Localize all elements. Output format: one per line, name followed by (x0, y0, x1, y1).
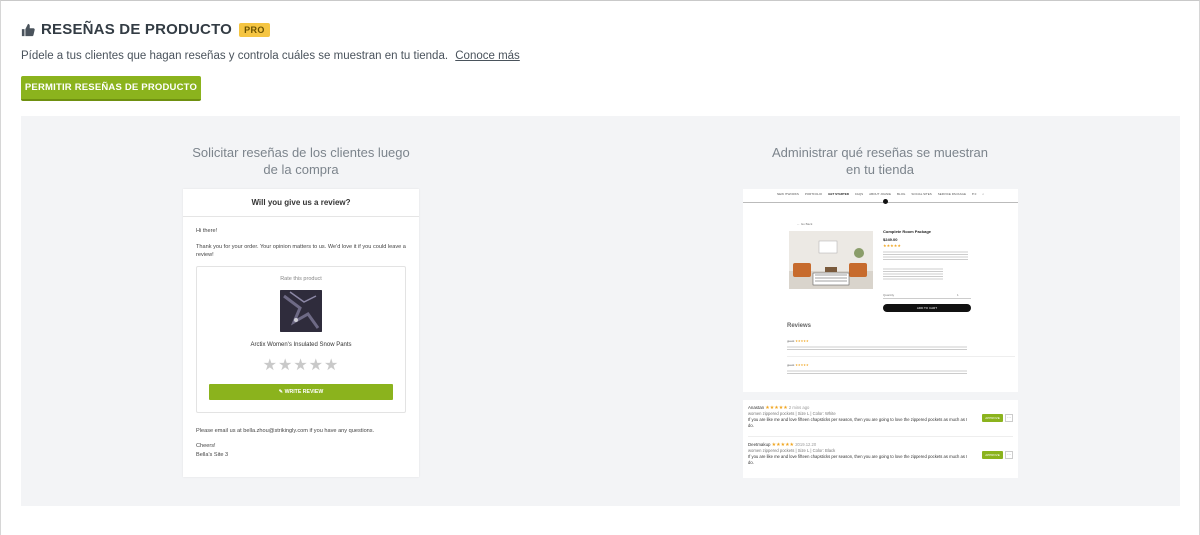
email-footer: Please email us at bella.zhou@strikingly… (183, 427, 419, 460)
store-review-name: guest ★★★★★ (787, 363, 809, 367)
email-heading: Will you give us a review? (183, 189, 419, 217)
store-nav-divider (743, 202, 1018, 203)
right-title-line1: Administrar qué reseñas se muestran (771, 145, 989, 160)
left-title-line2: de la compra (263, 162, 339, 177)
email-footer-line: Please email us at bella.zhou@strikingly… (196, 427, 375, 434)
store-review-item: guest ★★★★★ (787, 339, 1015, 357)
room-product-image (789, 231, 873, 289)
learn-more-link[interactable]: Conoce más (455, 50, 520, 62)
thumbs-up-icon (21, 23, 35, 36)
write-review-button[interactable]: ✎ WRITE REVIEW (209, 383, 393, 400)
store-product-page-preview: NEW ITWORKS PORTFOLIO GET STARTED FAQS A… (743, 189, 1018, 392)
right-column-title: Administrar qué reseñas se muestran en t… (740, 144, 1020, 178)
review-row: Deetmakup ★★★★★ 2019.12.20 women zippere… (748, 442, 1013, 466)
right-title-line2: en tu tienda (846, 162, 914, 177)
left-title-line1: Solicitar reseñas de los clientes luego (192, 145, 410, 160)
rate-label: Rate this product (280, 275, 322, 282)
review-divider (748, 436, 1013, 437)
email-message: Thank you for your order. Your opinion m… (196, 243, 406, 259)
rate-product-box: Rate this product Arctix Women's Insulat… (196, 265, 406, 413)
email-greeting: Hi there! (196, 228, 218, 234)
store-nav-item: SERVICE PACKAGE (937, 191, 967, 196)
store-product-description (883, 250, 968, 260)
section-header: RESEÑAS DE PRODUCTO PRO (21, 21, 270, 38)
store-nav-item: FAQS (855, 191, 864, 196)
store-logo-dot (883, 199, 888, 204)
description: Pídele a tus clientes que hagan reseñas … (21, 50, 520, 62)
more-options-button[interactable]: ··· (1005, 414, 1013, 422)
left-column-title: Solicitar reseñas de los clientes luego … (181, 144, 421, 178)
page-title: RESEÑAS DE PRODUCTO (41, 21, 233, 38)
review-text: If you are like me and love fifteen chap… (748, 417, 968, 428)
more-options-button[interactable]: ··· (1005, 451, 1013, 459)
store-review-item: guest ★★★★★ (787, 363, 1015, 381)
approve-button[interactable]: APPROVE (982, 451, 1003, 459)
quantity-value[interactable]: 1 (957, 293, 959, 297)
email-body: Hi there! Thank you for your order. Your… (183, 217, 419, 423)
add-to-cart-button[interactable]: ADD TO CART (883, 304, 971, 312)
store-review-text (787, 369, 967, 374)
product-name: Arctix Women's Insulated Snow Pants (250, 342, 352, 348)
store-nav-item: ♥ 0 (972, 191, 977, 196)
store-review-name: guest ★★★★★ (787, 339, 809, 343)
product-image (280, 290, 322, 332)
product-image-graphic (280, 290, 322, 332)
store-reviews-heading: Reviews (787, 323, 812, 329)
store-nav: NEW ITWORKS PORTFOLIO GET STARTED FAQS A… (743, 189, 1018, 198)
store-nav-item: SOCIAL SITES (911, 191, 932, 196)
store-nav-item: ABOUT JOANIE (869, 191, 892, 196)
store-nav-item: ⌕ (982, 191, 984, 196)
review-request-email-preview: Will you give us a review? Hi there! Tha… (183, 189, 419, 477)
store-nav-item: BLOG (897, 191, 906, 196)
rating-stars[interactable]: ★★★★★ (197, 357, 405, 374)
review-date: 2019.12.20 (795, 442, 817, 447)
store-nav-item: NEW ITWORKS (776, 191, 799, 196)
approve-button[interactable]: APPROVE (982, 414, 1003, 422)
review-moderation-list: Anastan ★★★★★ 2 mins ago women zippered … (743, 400, 1018, 478)
store-review-text (787, 345, 967, 350)
reviewer-name: Anastan (748, 405, 765, 410)
preview-panel: Solicitar reseñas de los clientes luego … (21, 116, 1180, 506)
store-nav-item: PORTFOLIO (804, 191, 823, 196)
review-text: If you are like me and love fifteen chap… (748, 454, 968, 465)
quantity-label: Quantity (883, 293, 895, 297)
store-nav-item: GET STARTED (828, 191, 850, 196)
reviewer-name: Deetmakup (748, 442, 771, 447)
review-row: Anastan ★★★★★ 2 mins ago women zippered … (748, 405, 1013, 429)
store-product-title: Complete Room Package (883, 229, 932, 234)
description-text: Pídele a tus clientes que hagan reseñas … (21, 50, 449, 62)
write-review-label: WRITE REVIEW (284, 388, 324, 395)
email-signature: Bella's Site 3 (196, 451, 229, 458)
pro-badge: PRO (239, 22, 270, 37)
quantity-divider (883, 298, 971, 299)
store-product-price: $249.00 (883, 237, 898, 242)
store-back-link: ← Go Back (797, 222, 813, 226)
store-product-features (883, 267, 943, 281)
store-product-stars: ★★★★★ (883, 243, 901, 248)
email-signoff: Cheers! (196, 443, 216, 449)
enable-product-reviews-button[interactable]: PERMITIR RESEÑAS DE PRODUCTO (21, 76, 201, 101)
review-date: 2 mins ago (788, 405, 810, 410)
pencil-icon: ✎ (278, 388, 284, 395)
